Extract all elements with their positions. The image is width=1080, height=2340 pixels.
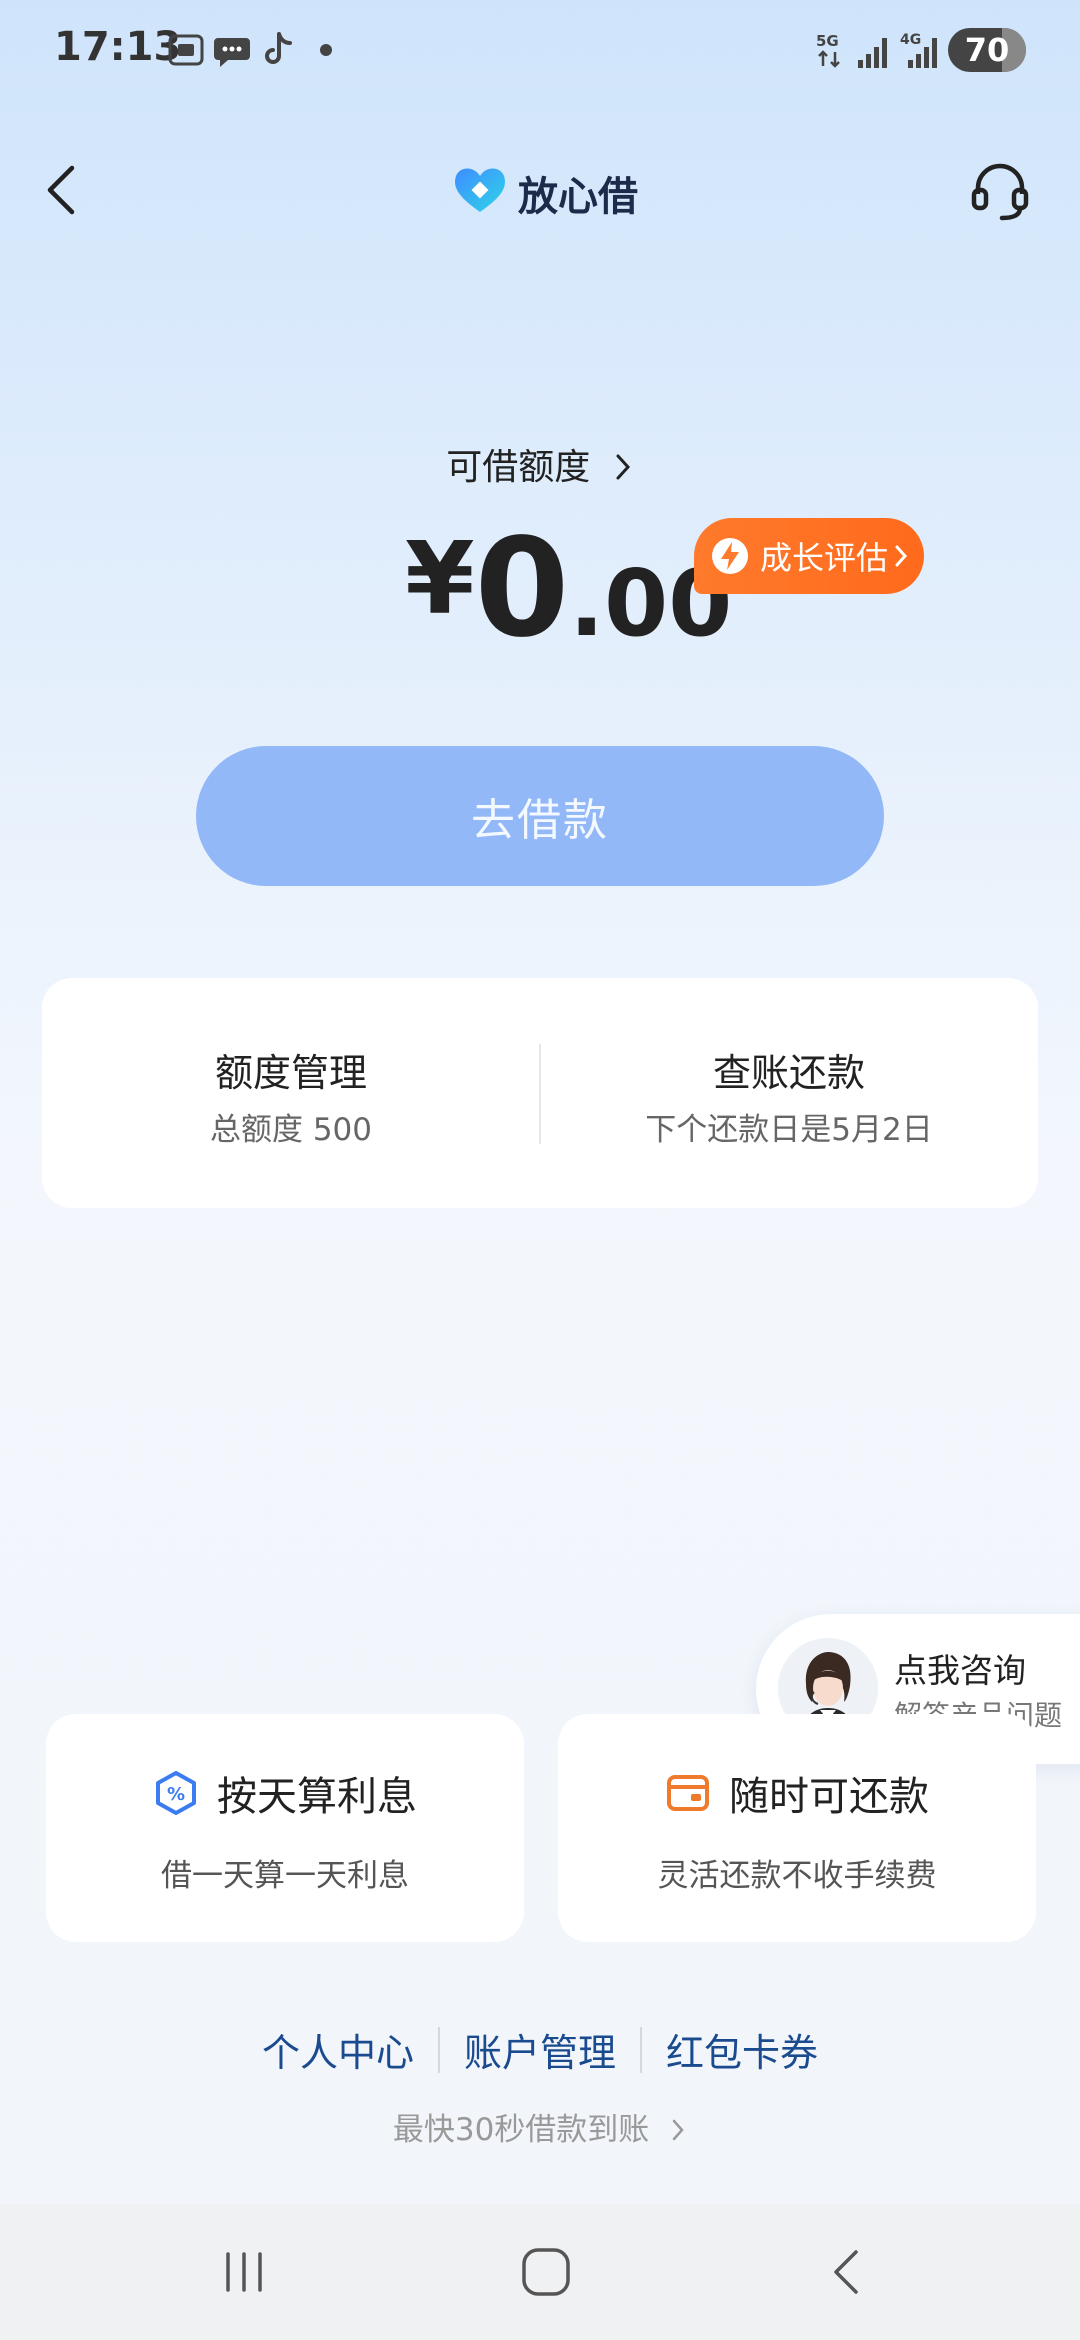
screenshot-icon (168, 34, 204, 66)
feature-subtitle: 灵活还款不收手续费 (657, 1858, 937, 1894)
feature-subtitle: 借一天算一天利息 (161, 1858, 409, 1894)
amount-integer: 0 (474, 510, 570, 668)
system-navigation-bar (0, 2204, 1080, 2340)
feature-title: 按天算利息 (217, 1774, 417, 1820)
available-limit-link[interactable]: 可借额度 (0, 438, 1080, 490)
notification-dot (320, 44, 332, 56)
status-time: 17:13 (54, 24, 182, 70)
repayment-title: 查账还款 (712, 1051, 865, 1095)
back-nav-button[interactable] (816, 2240, 880, 2304)
percent-hexagon-icon: % (156, 1771, 196, 1815)
coupons-link[interactable]: 红包卡券 (642, 2022, 842, 2077)
borrow-button[interactable]: 去借款 (196, 746, 884, 886)
battery-indicator: 70 (948, 28, 1026, 72)
signal-icon (858, 38, 887, 68)
account-summary-card: 额度管理 总额度 500 查账还款 下个还款日是5月2日 (42, 978, 1038, 1208)
chevron-right-icon (672, 2119, 684, 2141)
svg-text:%: % (167, 1784, 185, 1805)
personal-center-link[interactable]: 个人中心 (238, 2022, 438, 2077)
repayment-item[interactable]: 查账还款 下个还款日是5月2日 (540, 978, 1038, 1208)
total-limit-text: 总额度 500 (209, 1112, 373, 1148)
growth-assessment-badge[interactable]: 成长评估 (694, 518, 924, 594)
next-repayment-date: 下个还款日是5月2日 (645, 1112, 933, 1148)
limit-management-title: 额度管理 (214, 1051, 367, 1095)
bottom-links: 个人中心 账户管理 红包卡券 (0, 2022, 1080, 2077)
svg-text:4G: 4G (900, 32, 921, 48)
lightning-icon (712, 538, 748, 574)
app-logo-icon (455, 168, 505, 212)
tagline-text: 最快30秒借款到账 (392, 2112, 650, 2148)
tagline-link[interactable]: 最快30秒借款到账 (0, 2104, 1080, 2149)
available-limit-label: 可借额度 (446, 447, 591, 488)
account-management-link[interactable]: 账户管理 (440, 2022, 640, 2077)
network-5g-icon: 5G (816, 32, 840, 68)
currency-symbol: ¥ (405, 520, 475, 637)
growth-assessment-label: 成长评估 (760, 539, 889, 577)
recent-apps-button[interactable] (212, 2240, 276, 2304)
back-button[interactable] (38, 160, 86, 220)
network-4g-signal-icon: 4G (900, 32, 937, 68)
status-bar: 17:13 5G 4G 70 (0, 0, 1080, 100)
wallet-card-icon (667, 1775, 709, 1811)
consult-title: 点我咨询 (894, 1651, 1026, 1690)
chevron-right-icon (895, 545, 908, 567)
svg-text:5G: 5G (816, 32, 839, 50)
home-button[interactable] (514, 2240, 578, 2304)
repay-anytime-card[interactable]: 随时可还款 灵活还款不收手续费 (558, 1714, 1036, 1942)
battery-level: 70 (964, 31, 1010, 69)
chevron-right-icon (616, 454, 630, 480)
feature-title: 随时可还款 (729, 1774, 929, 1820)
message-icon (214, 38, 250, 67)
customer-service-icon[interactable] (968, 160, 1032, 224)
tiktok-icon (265, 32, 292, 64)
app-title: 放心借 (518, 174, 638, 220)
daily-interest-card[interactable]: % 按天算利息 借一天算一天利息 (46, 1714, 524, 1942)
available-amount: ¥0.00 (405, 510, 732, 668)
limit-management-item[interactable]: 额度管理 总额度 500 (42, 978, 540, 1208)
